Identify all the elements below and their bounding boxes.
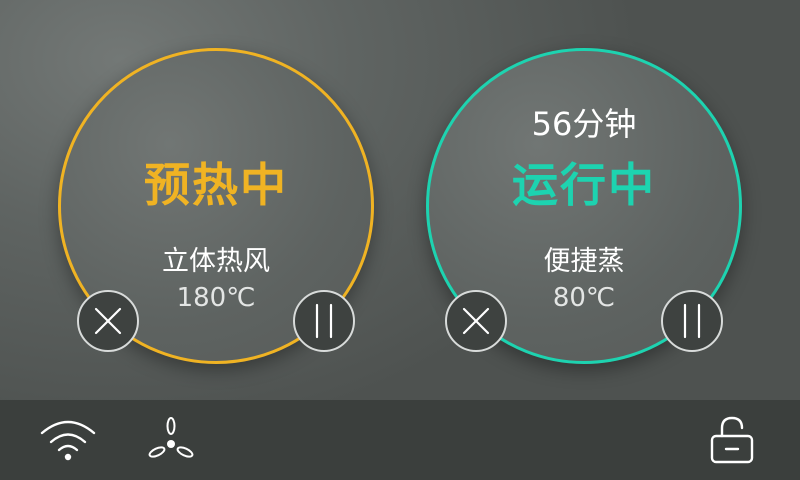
running-status: 运行中 (512, 158, 656, 212)
running-time-remaining: 56分钟 (531, 105, 637, 143)
preheat-cancel-button[interactable] (77, 290, 139, 352)
bottom-status-bar (0, 400, 800, 480)
close-icon (94, 307, 122, 335)
close-icon (462, 307, 490, 335)
preheat-mode: 立体热风 (162, 246, 270, 277)
unlocked-icon[interactable] (708, 414, 756, 466)
preheat-status: 预热中 (144, 158, 288, 212)
preheat-pause-button[interactable] (293, 290, 355, 352)
running-pause-button[interactable] (661, 290, 723, 352)
fan-icon[interactable] (146, 416, 196, 464)
running-mode: 便捷蒸 (543, 246, 625, 277)
pause-icon (683, 303, 701, 339)
pause-icon (315, 303, 333, 339)
wifi-icon[interactable] (38, 417, 98, 463)
running-cancel-button[interactable] (445, 290, 507, 352)
